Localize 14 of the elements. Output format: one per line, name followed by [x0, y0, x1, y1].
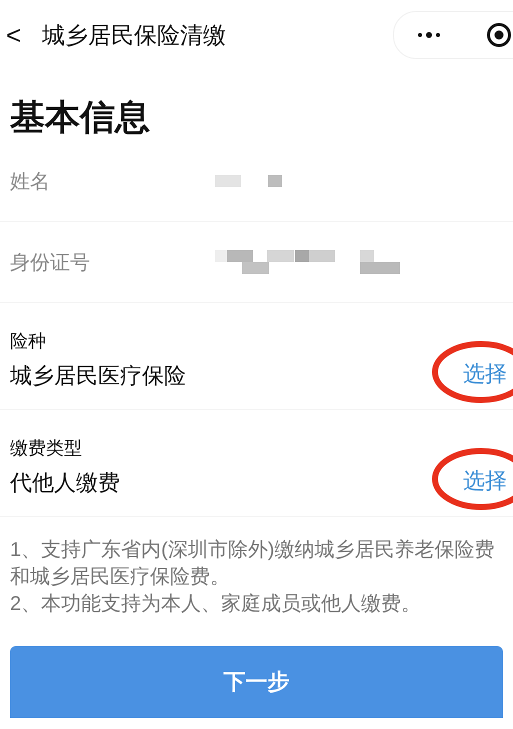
- next-button[interactable]: 下一步: [10, 646, 503, 718]
- field-label: 险种: [10, 330, 47, 353]
- field-value: 城乡居民医疗保险: [10, 362, 187, 390]
- page-title: 城乡居民保险清缴: [42, 20, 227, 50]
- field-value: 代他人缴费: [10, 469, 121, 497]
- field-label: 缴费类型: [10, 437, 83, 460]
- note-text: 2、本功能支持为本人、家庭成员或他人缴费。: [10, 592, 422, 617]
- capsule-menu[interactable]: [393, 11, 513, 59]
- field-label: 身份证号: [10, 250, 91, 276]
- back-button[interactable]: <: [6, 20, 36, 50]
- more-icon[interactable]: [416, 31, 440, 39]
- field-label: 姓名: [10, 170, 51, 194]
- section-heading: 基本信息: [9, 97, 151, 139]
- note-text: 1、支持广东省内(深圳市除外)缴纳城乡居民养老保险费和城乡居民医疗保险费。: [10, 538, 496, 590]
